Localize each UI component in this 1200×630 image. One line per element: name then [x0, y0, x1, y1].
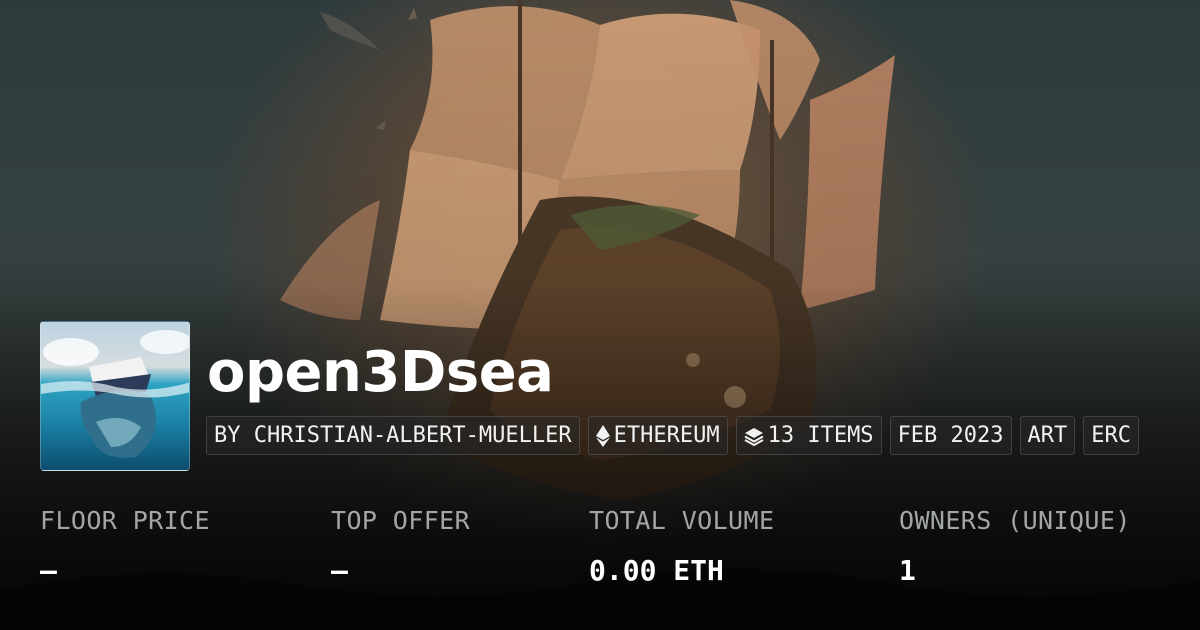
chip-label: ETHEREUM — [613, 423, 720, 448]
layers-icon — [744, 426, 764, 446]
chip-token-standard[interactable]: ERC — [1083, 416, 1140, 455]
stat-label: TOP OFFER — [331, 506, 471, 535]
chip-chain[interactable]: ETHEREUM — [587, 416, 728, 455]
stat-value: 1 — [899, 554, 916, 587]
stat-value: – — [40, 554, 57, 587]
collection-meta-chips: BY CHRISTIAN-ALBERT-MUELLER ETHEREUM 13 … — [206, 416, 1200, 455]
ethereum-icon — [595, 424, 610, 447]
stat-value: 0.00 ETH — [589, 554, 724, 587]
chip-label: 13 ITEMS — [767, 423, 874, 448]
chip-items[interactable]: 13 ITEMS — [735, 416, 882, 455]
stat-floor-price: FLOOR PRICE – — [40, 503, 210, 589]
chip-created-date[interactable]: FEB 2023 — [889, 416, 1012, 455]
chip-label: BY CHRISTIAN-ALBERT-MUELLER — [214, 423, 572, 448]
stat-value: – — [331, 554, 348, 587]
stat-owners-unique: OWNERS (UNIQUE) 1 — [899, 503, 1131, 589]
collection-title: open3Dsea — [207, 340, 554, 405]
chip-label: ERC — [1091, 423, 1132, 448]
stat-total-volume: TOTAL VOLUME 0.00 ETH — [589, 503, 774, 589]
stat-top-offer: TOP OFFER – — [331, 503, 470, 589]
collection-avatar — [40, 321, 190, 471]
chip-label: ART — [1027, 423, 1068, 448]
chip-label: FEB 2023 — [897, 423, 1004, 448]
stat-label: OWNERS (UNIQUE) — [899, 506, 1131, 535]
chip-category[interactable]: ART — [1019, 416, 1076, 455]
stat-label: TOTAL VOLUME — [589, 506, 775, 535]
stat-label: FLOOR PRICE — [40, 506, 210, 535]
whale-ship-icon — [41, 330, 189, 458]
chip-creator[interactable]: BY CHRISTIAN-ALBERT-MUELLER — [206, 416, 580, 455]
